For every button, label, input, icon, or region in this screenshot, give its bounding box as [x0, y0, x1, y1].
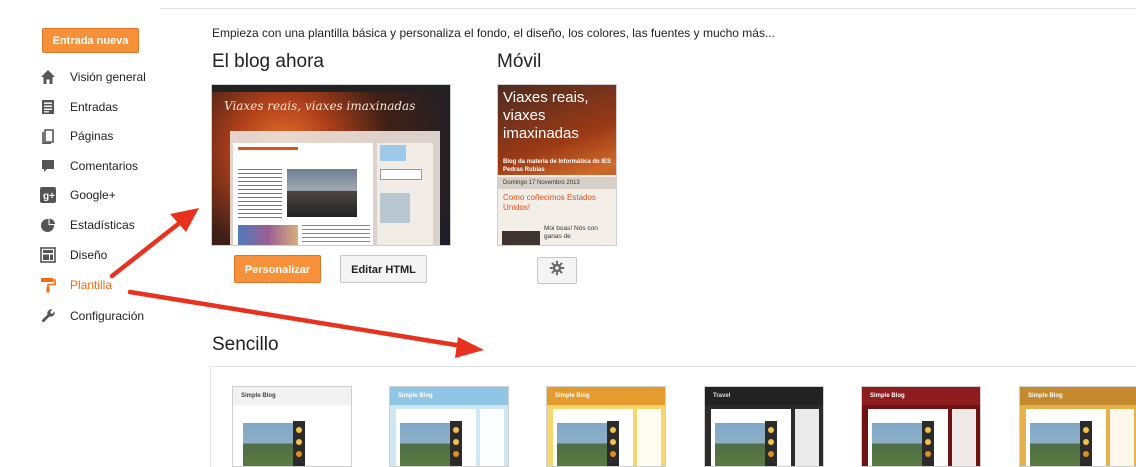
- annotation-arrow-to-preview: [109, 208, 199, 279]
- annotation-arrows: [109, 208, 484, 358]
- annotation-arrow-to-templates: [127, 289, 484, 358]
